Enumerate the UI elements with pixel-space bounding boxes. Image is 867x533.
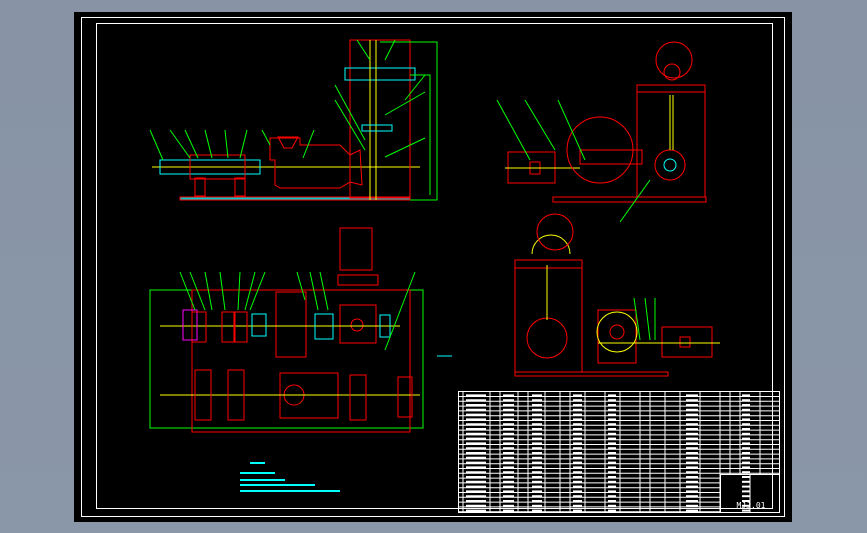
technical-notes <box>240 462 340 492</box>
drawing-number: MJJ.01 <box>736 501 766 510</box>
side-view-top[interactable] <box>496 41 707 223</box>
inner-border <box>96 23 773 509</box>
plan-view[interactable] <box>149 227 452 433</box>
parts-list-text <box>466 394 750 512</box>
title-block <box>458 391 780 513</box>
side-view-bottom[interactable] <box>514 213 720 377</box>
front-section-view[interactable] <box>149 39 438 201</box>
cad-viewport[interactable]: MJJ.01 <box>0 0 867 533</box>
cad-drawing <box>81 17 785 517</box>
